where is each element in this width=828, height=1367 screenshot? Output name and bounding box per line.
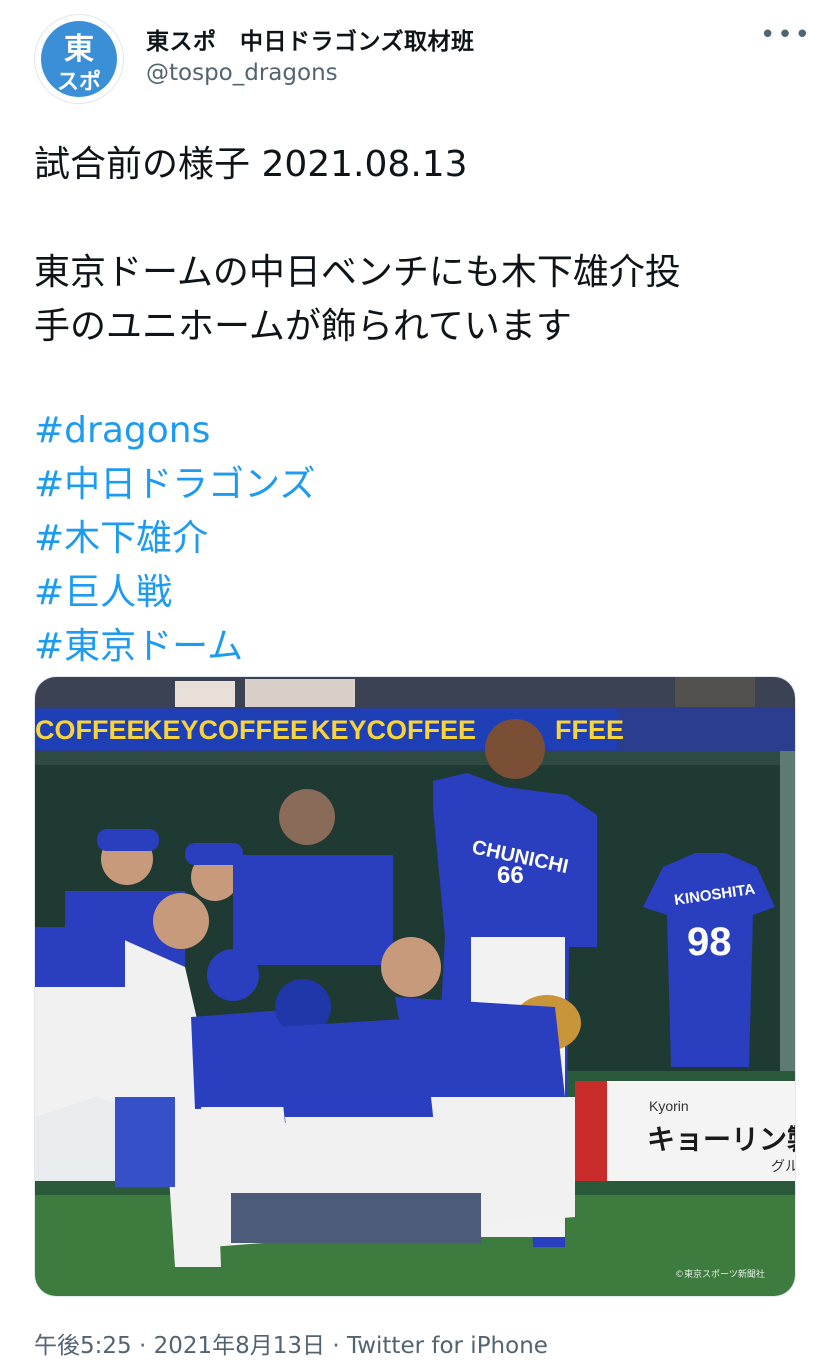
hashtag-list: #dragons #中日ドラゴンズ #木下雄介 #巨人戦 #東京ドーム [34,404,315,674]
tweet-photo[interactable]: COFFEE KEYCOFFEE KEYCOFFEE FFEE KINOSHIT… [34,676,796,1297]
hashtag-tokyo-dome[interactable]: #東京ドーム [34,620,315,674]
tweet-time[interactable]: 午後5:25 [34,1333,132,1359]
tospo-logo-icon: 東 スポ [37,17,121,101]
avatar[interactable]: 東 スポ [34,14,124,104]
tweet-date[interactable]: 2021年8月13日 [154,1333,325,1359]
banner-text: KEYCOFFEE [311,715,476,745]
more-options-icon[interactable]: ••• [760,22,812,48]
hashtag-dragons[interactable]: #dragons [34,404,315,458]
player-number: 66 [497,862,524,889]
photo-credit: ©東京スポーツ新聞社 [675,1268,765,1280]
dugout-photo-illustration: COFFEE KEYCOFFEE KEYCOFFEE FFEE KINOSHIT… [35,677,795,1296]
tweet-meta: 午後5:25 · 2021年8月13日 · Twitter for iPhone [34,1326,548,1360]
tweet-header: 東 スポ 東スポ 中日ドラゴンズ取材班 @tospo_dragons ••• [0,0,828,110]
banner-text: COFFEE [35,715,145,745]
jersey-number: 98 [687,920,732,964]
tweet-line: 試合前の様子 2021.08.13 [34,144,468,185]
hashtag-kinoshita-yusuke[interactable]: #木下雄介 [34,512,315,566]
sign-sub: グル [771,1159,795,1175]
tweet-text: 試合前の様子 2021.08.13 東京ドームの中日ベンチにも木下雄介投 手のユ… [34,138,794,354]
handle[interactable]: @tospo_dragons [146,60,338,86]
sign-text: キョーリン製薬 [647,1123,795,1156]
banner-text: KEYCOFFEE [143,715,308,745]
sign-brand: Kyorin [649,1098,689,1114]
banner-text: FFEE [555,715,624,745]
avatar-text-top: 東 [64,32,94,67]
tweet-line: 手のユニホームが飾られています [34,306,572,347]
display-name[interactable]: 東スポ 中日ドラゴンズ取材班 [146,22,475,56]
avatar-text-bottom: スポ [57,69,101,95]
hashtag-chunichi-dragons[interactable]: #中日ドラゴンズ [34,458,315,512]
tweet-source[interactable]: Twitter for iPhone [347,1333,548,1359]
meta-separator: · [131,1333,154,1359]
hashtag-giants-game[interactable]: #巨人戦 [34,566,315,620]
tweet-line: 東京ドームの中日ベンチにも木下雄介投 [34,252,681,293]
meta-separator: · [325,1333,347,1359]
